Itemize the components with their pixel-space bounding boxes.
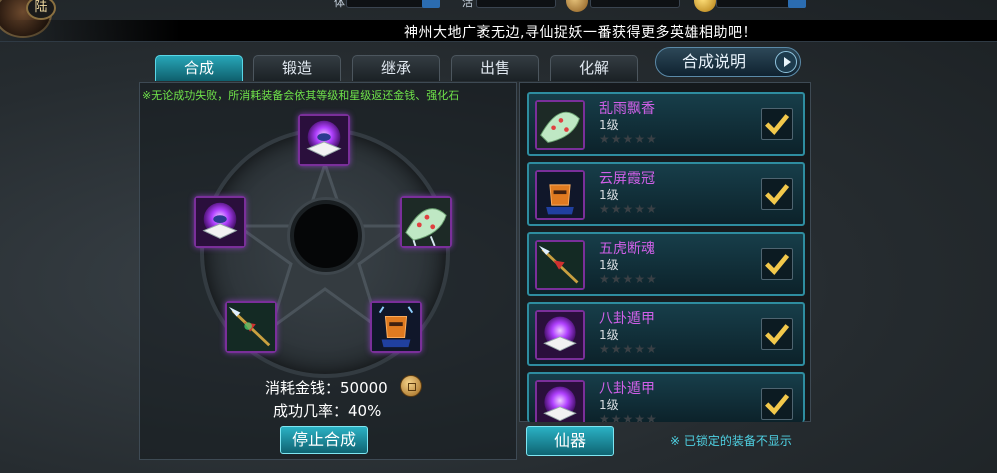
vitality-bar [476,0,556,8]
orange-crown-icon [372,303,420,351]
stamina-bar [346,0,440,8]
item-stars: ★★★★★ [599,272,658,286]
announcement-text: 神州大地广袤无边,寻仙捉妖一番获得更多英雄相助吧！ [404,25,757,41]
item-name: 八卦遁甲 [599,311,655,327]
item-level: 1级 [599,118,619,132]
gold-bar [716,0,806,8]
item-stars: ★★★★★ [599,412,658,422]
slot-bottom-right[interactable] [370,301,422,353]
checkmark-icon [765,254,790,275]
announcement-bar: 神州大地广袤无边,寻仙捉妖一番获得更多英雄相助吧！ [0,20,997,42]
coin-icon [400,375,422,397]
item-thumb [535,240,585,290]
checkmark-icon [765,114,790,135]
synthesis-tip: ※无论成功失败，所消耗装备会依其等级和星级返还金钱、强化石 [142,89,460,102]
item-level: 1级 [599,398,619,412]
tab-inherit[interactable]: 继承 [352,55,440,81]
slot-right[interactable] [400,196,452,248]
success-rate-label: 成功几率：40% [273,402,382,420]
bamboo-hat-icon [402,198,450,246]
slot-left[interactable] [194,196,246,248]
copper-coin-icon [566,0,588,12]
checkmark-icon [765,324,790,345]
stop-synthesis-button[interactable]: 停止合成 [280,426,368,454]
list-item[interactable]: 八卦遁甲 1级 ★★★★★ [527,372,805,422]
item-thumb [535,310,585,360]
item-name: 八卦遁甲 [599,381,655,397]
list-item[interactable]: 八卦遁甲 1级 ★★★★★ [527,302,805,366]
synthesis-center [290,200,362,272]
item-stars: ★★★★★ [599,342,658,356]
slot-bottom-left[interactable] [225,301,277,353]
synth-help-button[interactable]: 合成说明 [655,47,801,77]
copper-bar [590,0,680,8]
tab-synthesize[interactable]: 合成 [155,55,243,81]
item-checkbox[interactable] [761,108,793,140]
bagua-armor-icon [537,382,583,422]
tab-dissolve[interactable]: 化解 [550,55,638,81]
list-item[interactable]: 云屏霞冠 1级 ★★★★★ [527,162,805,226]
tab-forge[interactable]: 锻造 [253,55,341,81]
checkmark-icon [765,184,790,205]
item-name: 乱雨飘香 [599,101,655,117]
cost-label: 消耗金钱：50000 [265,379,388,397]
item-name: 五虎断魂 [599,241,655,257]
item-level: 1级 [599,258,619,272]
bagua-armor-icon [537,312,583,358]
orange-crown-icon [537,172,583,218]
locked-equipment-note: ※ 已锁定的装备不显示 [670,434,792,448]
arrow-right-icon [775,51,797,73]
spear-icon [537,242,583,288]
stamina-label: 体 [334,0,345,9]
tab-sell[interactable]: 出售 [451,55,539,81]
item-level: 1级 [599,188,619,202]
item-checkbox[interactable] [761,178,793,210]
bagua-armor-icon [196,198,244,246]
list-item[interactable]: 乱雨飘香 1级 ★★★★★ [527,92,805,156]
item-thumb [535,380,585,422]
spear-icon [227,303,275,351]
gold-add-button[interactable] [788,0,806,8]
bagua-armor-icon [300,116,348,164]
item-thumb [535,100,585,150]
category-immortal-artifact-button[interactable]: 仙器 [526,426,614,456]
item-checkbox[interactable] [761,248,793,280]
checkmark-icon [765,394,790,415]
item-checkbox[interactable] [761,318,793,350]
item-checkbox[interactable] [761,388,793,420]
stamina-add-button[interactable] [422,0,440,8]
status-bar: 陆 体 活 [0,0,997,38]
item-stars: ★★★★★ [599,132,658,146]
list-item[interactable]: 五虎断魂 1级 ★★★★★ [527,232,805,296]
item-name: 云屏霞冠 [599,171,655,187]
item-stars: ★★★★★ [599,202,658,216]
vitality-label: 活 [462,0,473,9]
gold-coin-icon [694,0,716,12]
bamboo-hat-icon [537,102,583,148]
slot-top[interactable] [298,114,350,166]
item-level: 1级 [599,328,619,342]
item-thumb [535,170,585,220]
synth-help-label: 合成说明 [682,52,747,71]
